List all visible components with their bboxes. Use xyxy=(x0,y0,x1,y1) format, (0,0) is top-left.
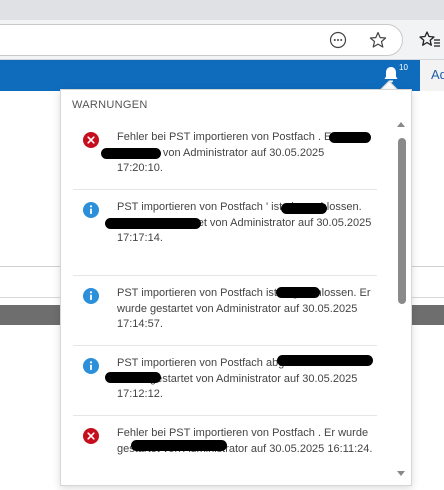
notification-item[interactable]: PST importieren von Postfach ist abgesch… xyxy=(73,276,377,346)
favorites-star-icon[interactable] xyxy=(419,29,441,51)
notification-list: Fehler bei PST importieren von Postfach … xyxy=(73,120,377,485)
redaction-mark xyxy=(105,218,201,229)
info-icon xyxy=(83,358,99,374)
info-icon xyxy=(83,202,99,218)
info-icon xyxy=(83,288,99,304)
notification-item[interactable]: Fehler bei PST importieren von Postfach … xyxy=(73,416,377,485)
notification-count: 10 xyxy=(399,63,408,72)
page-divider xyxy=(0,297,60,298)
scrollbar-thumb[interactable] xyxy=(398,138,406,304)
redaction-mark xyxy=(329,132,371,143)
tab-strip xyxy=(0,0,444,20)
notification-text: PST importieren von Postfach ist abgesch… xyxy=(117,287,371,330)
error-icon xyxy=(83,428,99,444)
page-divider xyxy=(410,266,444,267)
redaction-mark xyxy=(281,203,327,214)
page-bar xyxy=(410,305,444,325)
browser-toolbar xyxy=(0,20,444,60)
flyout-title: WARNUNGEN xyxy=(72,99,148,111)
redaction-mark xyxy=(105,372,161,383)
page-divider xyxy=(0,266,60,267)
page-divider xyxy=(410,297,444,298)
error-icon xyxy=(83,132,99,148)
redaction-mark xyxy=(101,148,161,159)
redaction-mark xyxy=(276,287,320,298)
scrollbar[interactable] xyxy=(395,118,409,482)
redaction-mark xyxy=(131,440,227,451)
redaction-mark xyxy=(277,355,373,366)
star-icon[interactable] xyxy=(367,29,389,51)
notifications-flyout: WARNUNGEN Fehler bei PST importieren von… xyxy=(60,89,412,486)
header-right-label[interactable]: Ad xyxy=(431,67,444,82)
more-circle-icon[interactable] xyxy=(327,29,349,51)
scroll-down-arrow-icon[interactable] xyxy=(397,471,405,476)
app-header: 10 Ad xyxy=(0,60,444,91)
scroll-up-arrow-icon[interactable] xyxy=(397,122,405,127)
page-bar xyxy=(0,305,60,325)
notification-item[interactable]: PST importieren von Postfach ' ist abges… xyxy=(73,190,377,276)
